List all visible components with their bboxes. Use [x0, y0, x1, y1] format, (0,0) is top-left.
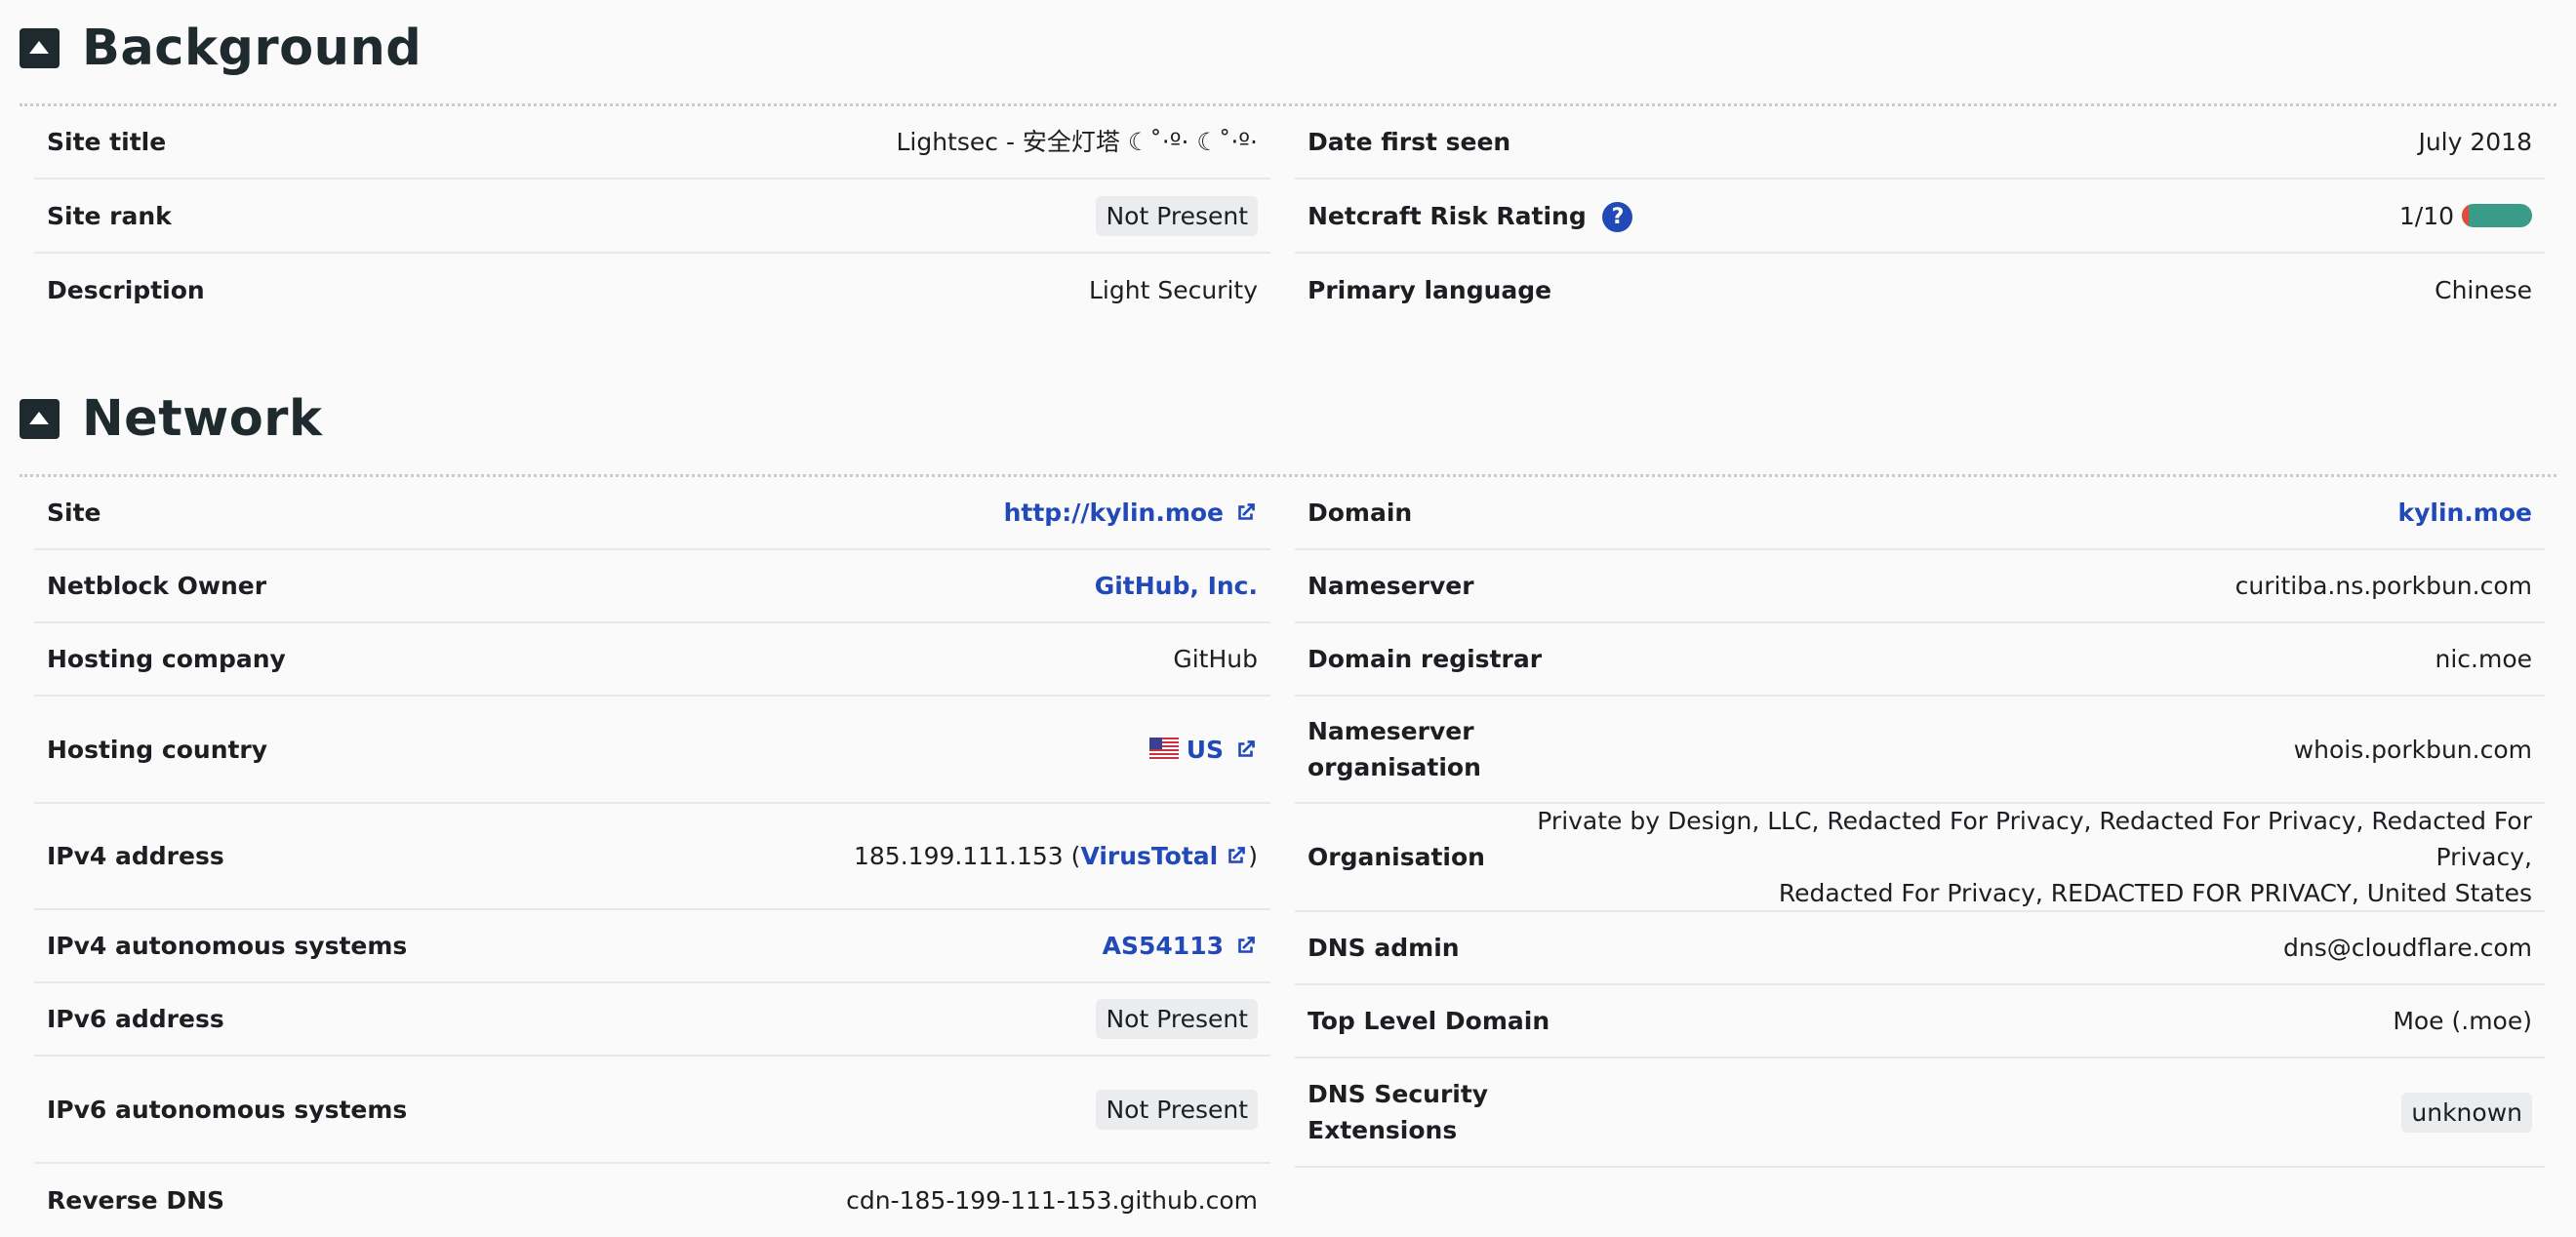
- row-label: Domain registrar: [1308, 645, 1543, 673]
- row-label: Description: [47, 276, 205, 304]
- hosting-country-link[interactable]: US: [1148, 732, 1258, 768]
- table-row: Organisation Private by Design, LLC, Red…: [1295, 804, 2545, 912]
- row-label: Nameserver organisation: [1308, 717, 1481, 781]
- row-label: Site title: [47, 128, 167, 156]
- netblock-owner-link[interactable]: GitHub, Inc.: [1095, 568, 1258, 604]
- collapse-toggle-icon[interactable]: [20, 399, 60, 439]
- help-icon[interactable]: ?: [1602, 202, 1633, 232]
- table-row: Hosting country US: [34, 697, 1270, 804]
- risk-score: 1/10: [2398, 201, 2454, 230]
- table-row: Hosting company GitHub: [34, 623, 1270, 697]
- table-row: Domain kylin.moe: [1295, 477, 2545, 550]
- ipv4-address-value: 185.199.111.153 (VirusTotal ): [854, 838, 1258, 874]
- network-section-header[interactable]: Network: [20, 390, 322, 448]
- asn-link[interactable]: AS54113: [1103, 928, 1258, 964]
- date-first-seen-value: July 2018: [2418, 128, 2532, 156]
- site-link[interactable]: http://kylin.moe: [1004, 495, 1258, 531]
- reverse-dns-value: cdn-185-199-111-153.github.com: [846, 1186, 1258, 1215]
- row-label: Domain: [1308, 499, 1413, 527]
- description-value: Light Security: [1089, 276, 1258, 304]
- external-link-icon[interactable]: [1224, 844, 1248, 868]
- table-row: Description Light Security: [34, 254, 1270, 327]
- row-label: DNS Security Extensions: [1308, 1080, 1489, 1144]
- organisation-value: Private by Design, LLC, Redacted For Pri…: [1537, 807, 2532, 907]
- table-row: Nameserver organisation whois.porkbun.co…: [1295, 697, 2545, 804]
- nameserver-organisation-value: whois.porkbun.com: [2293, 735, 2532, 764]
- row-label: Top Level Domain: [1308, 1007, 1550, 1035]
- site-title-value: Lightsec - 安全灯塔 ☾˚‧º· ☾˚‧º·: [896, 128, 1258, 156]
- row-label: IPv4 address: [47, 842, 224, 870]
- row-label: Hosting company: [47, 645, 286, 673]
- row-label: DNS admin: [1308, 934, 1460, 962]
- row-label: Organisation: [1308, 843, 1485, 871]
- section-title: Background: [82, 20, 423, 77]
- table-row: Site title Lightsec - 安全灯塔 ☾˚‧º· ☾˚‧º·: [34, 106, 1270, 180]
- table-row: Netcraft Risk Rating ? 1/10: [1295, 180, 2545, 254]
- row-label: IPv6 address: [47, 1005, 224, 1033]
- collapse-toggle-icon[interactable]: [20, 28, 60, 68]
- external-link-icon[interactable]: [1233, 738, 1258, 762]
- us-flag-icon: [1148, 738, 1179, 761]
- row-label: Site rank: [47, 201, 172, 230]
- nameserver-value: curitiba.ns.porkbun.com: [2234, 572, 2532, 600]
- row-label: Primary language: [1308, 276, 1552, 304]
- domain-registrar-value: nic.moe: [2435, 645, 2532, 673]
- ipv4-address: 185.199.111.153: [854, 842, 1064, 870]
- table-row: Site http://kylin.moe: [34, 477, 1270, 550]
- risk-bar: [2462, 204, 2532, 227]
- section-title: Network: [82, 390, 323, 448]
- background-section-header[interactable]: Background: [20, 20, 422, 77]
- row-label: Hosting country: [47, 735, 268, 764]
- table-row: Netblock Owner GitHub, Inc.: [34, 550, 1270, 623]
- row-label: IPv4 autonomous systems: [47, 932, 408, 960]
- row-label: IPv6 autonomous systems: [47, 1095, 408, 1124]
- risk-rating-value: 1/10: [2399, 198, 2532, 234]
- risk-bar-fill: [2462, 204, 2470, 227]
- external-link-icon[interactable]: [1233, 934, 1258, 958]
- table-row: IPv6 autonomous systems Not Present: [34, 1057, 1270, 1164]
- primary-language-value: Chinese: [2435, 276, 2532, 304]
- domain-link[interactable]: kylin.moe: [2397, 495, 2532, 531]
- external-link-icon[interactable]: [1233, 500, 1258, 525]
- table-row: Primary language Chinese: [1295, 254, 2545, 327]
- row-label: Netcraft Risk Rating ?: [1308, 198, 1633, 234]
- unknown-badge: unknown: [2401, 1092, 2532, 1133]
- table-row: Domain registrar nic.moe: [1295, 623, 2545, 697]
- table-row: Date first seen July 2018: [1295, 106, 2545, 180]
- row-label: Reverse DNS: [47, 1186, 225, 1215]
- dns-admin-value: dns@cloudflare.com: [2283, 934, 2532, 962]
- hosting-company-value: GitHub: [1173, 645, 1258, 673]
- risk-rating-label: Netcraft Risk Rating: [1308, 201, 1587, 230]
- table-row: IPv4 address 185.199.111.153 (VirusTotal…: [34, 804, 1270, 910]
- virustotal-link[interactable]: VirusTotal: [1080, 838, 1218, 874]
- not-present-badge: Not Present: [1096, 1089, 1258, 1130]
- not-present-badge: Not Present: [1096, 999, 1258, 1039]
- table-row: Site rank Not Present: [34, 180, 1270, 254]
- table-row: DNS Security Extensions unknown: [1295, 1058, 2545, 1168]
- table-row: Top Level Domain Moe (.moe): [1295, 985, 2545, 1058]
- row-label: Site: [47, 499, 101, 527]
- row-label: Netblock Owner: [47, 572, 267, 600]
- table-row: DNS admin dns@cloudflare.com: [1295, 912, 2545, 985]
- row-label: Nameserver: [1308, 572, 1474, 600]
- table-row: IPv4 autonomous systems AS54113: [34, 910, 1270, 983]
- table-row: Reverse DNS cdn-185-199-111-153.github.c…: [34, 1164, 1270, 1237]
- table-row: Nameserver curitiba.ns.porkbun.com: [1295, 550, 2545, 623]
- tld-value: Moe (.moe): [2393, 1007, 2532, 1035]
- table-row: IPv6 address Not Present: [34, 983, 1270, 1057]
- row-label: Date first seen: [1308, 128, 1511, 156]
- not-present-badge: Not Present: [1096, 195, 1258, 236]
